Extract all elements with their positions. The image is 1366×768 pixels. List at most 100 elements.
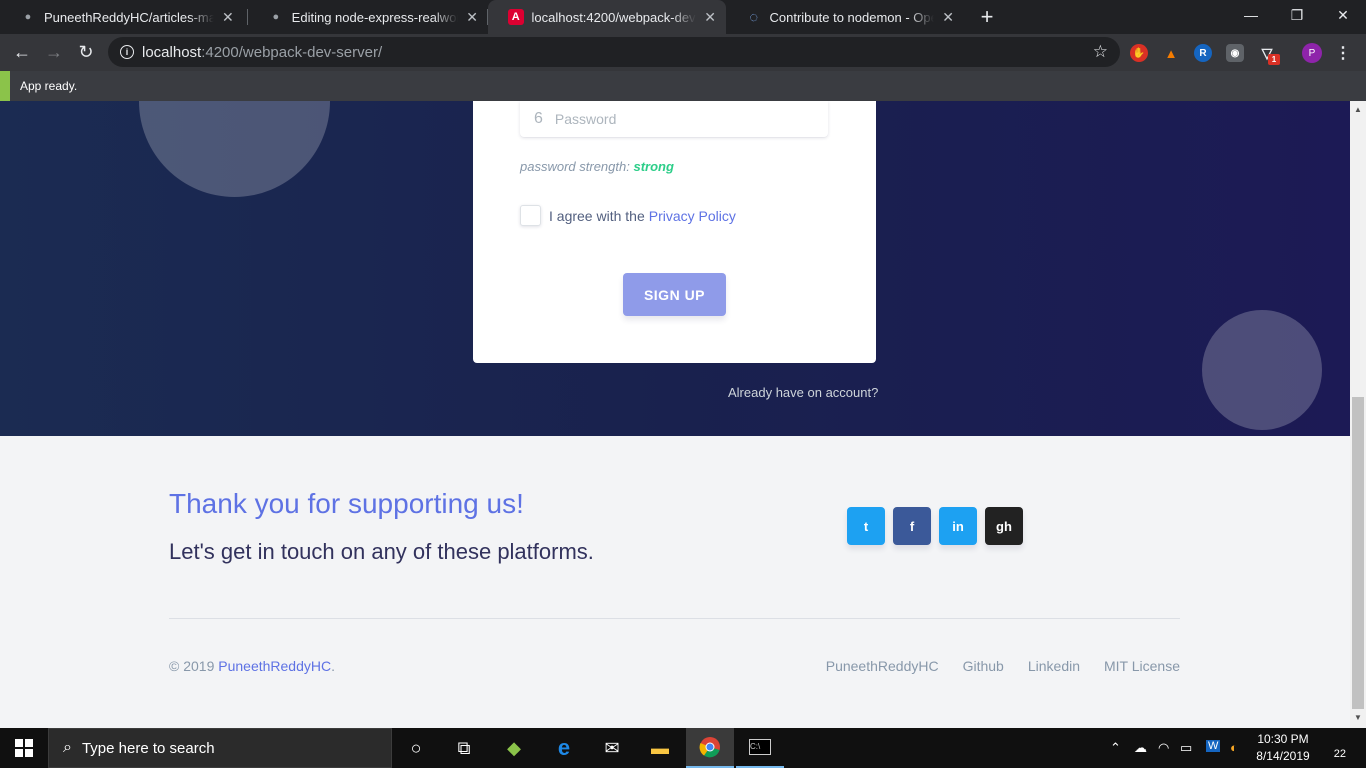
taskbar-clock[interactable]: 10:30 PM 8/14/2019 [1248, 731, 1318, 765]
signup-card: 6 password strength: strong I agree with… [473, 101, 876, 363]
clock-date: 8/14/2019 [1256, 749, 1310, 763]
info-icon[interactable]: i [120, 45, 134, 59]
github-icon: gh [996, 518, 1012, 534]
extension-badge: 1 [1268, 54, 1280, 65]
page-content: 6 password strength: strong I agree with… [0, 101, 1350, 728]
password-field[interactable]: 6 [520, 101, 828, 137]
agree-text: I agree with the [549, 207, 645, 224]
address-host: localhost [142, 43, 202, 61]
password-strength: password strength: strong [520, 159, 674, 174]
profile-avatar[interactable]: P [1302, 43, 1322, 63]
extension-icon[interactable]: ▲ [1162, 44, 1180, 62]
strength-value: strong [633, 159, 674, 174]
adblock-extension-icon[interactable]: ✋ [1130, 44, 1148, 62]
file-explorer-icon[interactable]: ▬ [636, 728, 684, 768]
extension-icon[interactable]: R [1194, 44, 1212, 62]
weather-icon[interactable]: ◐ [1230, 740, 1238, 755]
footer-subtitle: Let's get in touch on any of these platf… [169, 539, 594, 564]
restore-icon[interactable]: ❐ [1274, 0, 1320, 30]
browser-toolbar: ← → ↻ i localhost:4200/webpack-dev-serve… [0, 34, 1366, 71]
privacy-checkbox[interactable] [520, 205, 541, 226]
linkedin-button[interactable]: in [939, 507, 977, 545]
close-tab-icon[interactable]: ✕ [704, 9, 716, 26]
chrome-logo [699, 737, 720, 758]
android-studio-icon[interactable]: ◆ [490, 728, 538, 768]
notification-center-icon[interactable]: 22 [1322, 736, 1346, 760]
status-accent [0, 71, 10, 101]
reload-icon[interactable]: ↻ [72, 38, 100, 66]
privacy-agree: I agree with the Privacy Policy [520, 205, 736, 226]
task-view-icon[interactable]: ⧉ [440, 728, 488, 768]
footer-title: Thank you for supporting us! [169, 488, 524, 519]
tray-expand-icon[interactable]: ⌃ [1110, 740, 1121, 756]
onedrive-icon[interactable]: ☁ [1134, 740, 1147, 756]
angular-icon: A [508, 9, 524, 25]
linkedin-icon: in [952, 518, 964, 534]
copyright-suffix: . [331, 658, 335, 674]
terminal-icon[interactable]: C:\ [736, 728, 784, 768]
browser-tab-active[interactable]: A localhost:4200/webpack-dev-serv ✕ [488, 0, 726, 34]
start-button[interactable] [0, 728, 48, 768]
twitter-icon: t [863, 518, 869, 534]
browser-tab[interactable]: ◌ Contribute to nodemon - Open C ✕ [726, 0, 964, 34]
footer-divider [169, 618, 1180, 619]
menu-dots-icon[interactable]: ⋮ [1334, 44, 1352, 62]
mail-icon[interactable]: ✉ [588, 728, 636, 768]
hero-section: 6 password strength: strong I agree with… [0, 101, 1350, 436]
chrome-icon[interactable] [686, 728, 734, 768]
close-tab-icon[interactable]: ✕ [942, 9, 954, 26]
battery-icon[interactable]: ▭ [1180, 740, 1192, 756]
edge-icon[interactable]: e [540, 728, 588, 768]
twitter-button[interactable]: t [847, 507, 885, 545]
tab-title: PuneethReddyHC/articles-manag [44, 9, 214, 25]
address-path: :4200/webpack-dev-server/ [201, 43, 383, 61]
github-icon: ● [24, 11, 32, 23]
windows-icon [15, 739, 33, 757]
scroll-up-icon[interactable]: ▲ [1354, 105, 1362, 114]
clock-time: 10:30 PM [1257, 732, 1309, 746]
copyright: © 2019 PuneethReddyHC. [169, 658, 335, 674]
github-button[interactable]: gh [985, 507, 1023, 545]
lock-icon: 6 [534, 110, 543, 127]
cortana-icon[interactable]: ○ [392, 728, 440, 768]
footer-link-author[interactable]: PuneethReddyHC [826, 658, 939, 674]
browser-tab[interactable]: ● Editing node-express-realworld- ✕ [248, 0, 488, 34]
opencollective-icon: ◌ [749, 8, 759, 26]
facebook-icon: f [909, 518, 915, 534]
footer-link-license[interactable]: MIT License [1104, 658, 1180, 674]
footer-link-github[interactable]: Github [963, 658, 1004, 674]
copyright-link[interactable]: PuneethReddyHC [218, 658, 331, 674]
scroll-down-icon[interactable]: ▼ [1354, 713, 1362, 722]
facebook-button[interactable]: f [893, 507, 931, 545]
forward-icon[interactable]: → [40, 38, 68, 66]
decorative-circle [139, 101, 330, 197]
word-icon[interactable]: W [1206, 740, 1221, 752]
tab-title: Editing node-express-realworld- [291, 9, 459, 25]
windows-taskbar: ⌕ Type here to search ○ ⧉ ◆ e ✉ ▬ C:\ ⌃ … [0, 728, 1366, 768]
extension-icon[interactable]: ◉ [1226, 44, 1244, 62]
notification-count: 22 [1333, 748, 1346, 760]
search-placeholder: Type here to search [81, 739, 215, 757]
privacy-policy-link[interactable]: Privacy Policy [649, 208, 736, 224]
scrollbar-thumb[interactable] [1352, 397, 1364, 709]
signup-button[interactable]: SIGN UP [623, 273, 726, 316]
close-window-icon[interactable]: ✕ [1320, 0, 1366, 30]
close-tab-icon[interactable]: ✕ [466, 9, 478, 26]
address-bar[interactable]: i localhost:4200/webpack-dev-server/ ☆ [108, 37, 1120, 67]
password-input[interactable] [554, 111, 795, 127]
tab-title: localhost:4200/webpack-dev-serv [531, 9, 697, 25]
back-icon[interactable]: ← [8, 38, 36, 66]
minimize-icon[interactable]: — [1228, 0, 1274, 30]
page-scrollbar[interactable]: ▲ ▼ [1350, 101, 1366, 728]
wifi-icon[interactable]: ◠ [1158, 740, 1169, 756]
footer-link-linkedin[interactable]: Linkedin [1028, 658, 1080, 674]
browser-tab[interactable]: ● PuneethReddyHC/articles-manag ✕ [0, 0, 248, 34]
tab-title: Contribute to nodemon - Open C [769, 9, 935, 25]
taskbar-search[interactable]: ⌕ Type here to search [48, 728, 392, 768]
already-account-link[interactable]: Already have on account? [728, 385, 878, 400]
new-tab-icon[interactable]: + [974, 4, 1000, 30]
bookmark-star-icon[interactable]: ☆ [1093, 42, 1108, 62]
search-icon: ⌕ [63, 739, 72, 756]
dev-status-bar: App ready. [0, 71, 1366, 101]
close-tab-icon[interactable]: ✕ [222, 9, 234, 26]
